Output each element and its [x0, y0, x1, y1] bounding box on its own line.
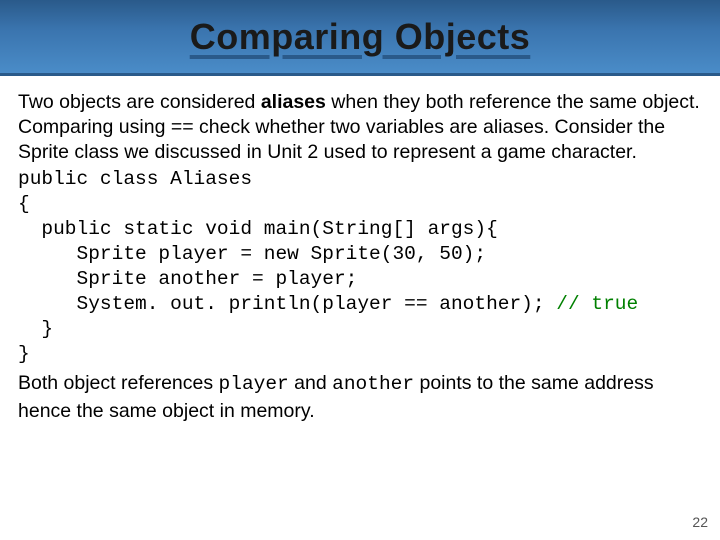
slide-body: Two objects are considered aliases when …: [0, 76, 720, 425]
code-inline: player: [219, 373, 289, 395]
code-line: System. out. println(player == another);: [18, 293, 556, 315]
code-line: }: [18, 318, 53, 340]
text: Both object references: [18, 372, 219, 394]
code-line: public class Aliases: [18, 168, 252, 190]
slide-title: Comparing Objects: [190, 16, 531, 58]
slide: Comparing Objects Two objects are consid…: [0, 0, 720, 540]
code-line: Sprite player = new Sprite(30, 50);: [18, 243, 486, 265]
code-line: }: [18, 343, 30, 365]
bold-text: aliases: [261, 91, 326, 113]
code-block: public class Aliases { public static voi…: [18, 167, 702, 367]
code-inline: another: [332, 373, 414, 395]
text: Two objects are considered: [18, 91, 261, 113]
code-line: public static void main(String[] args){: [18, 218, 498, 240]
code-line: {: [18, 193, 30, 215]
text: and: [289, 372, 332, 394]
title-bar: Comparing Objects: [0, 0, 720, 76]
page-number: 22: [692, 514, 708, 530]
closing-paragraph: Both object references player and anothe…: [18, 370, 702, 424]
code-line: Sprite another = player;: [18, 268, 357, 290]
code-comment: // true: [556, 293, 638, 315]
intro-paragraph: Two objects are considered aliases when …: [18, 90, 702, 165]
